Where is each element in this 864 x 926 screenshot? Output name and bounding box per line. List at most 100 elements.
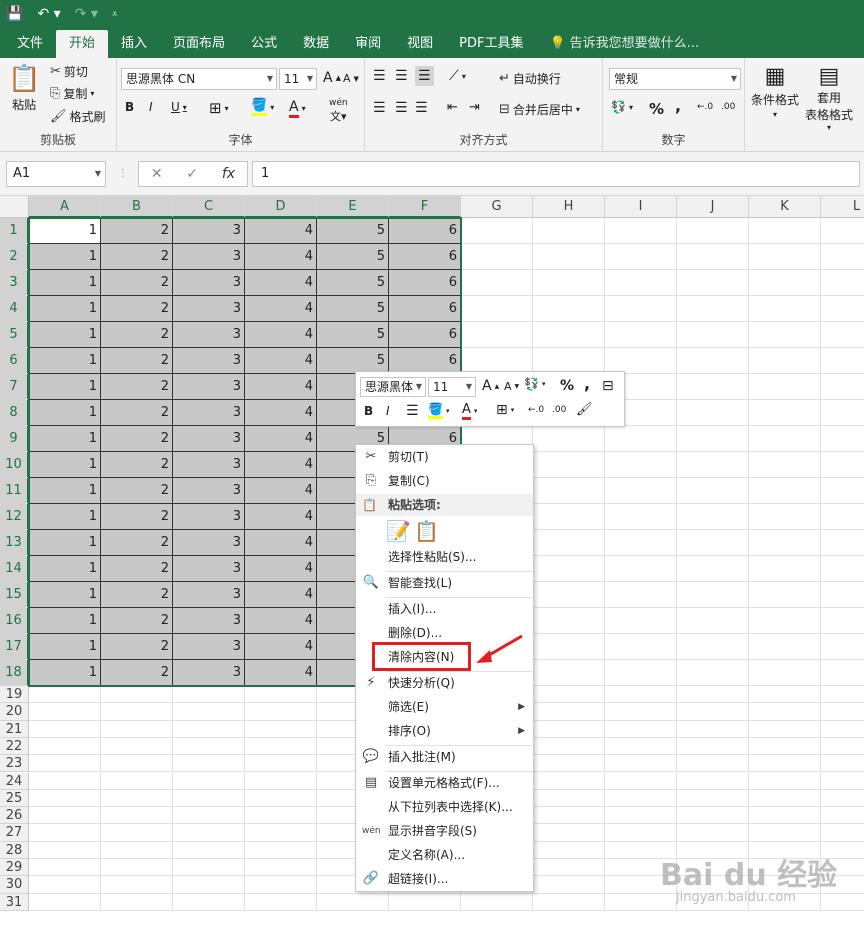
empty-cell[interactable] xyxy=(749,426,821,452)
empty-cell[interactable] xyxy=(821,374,864,400)
empty-cell[interactable] xyxy=(677,582,749,608)
empty-cell[interactable] xyxy=(29,755,101,773)
empty-cell[interactable] xyxy=(533,426,605,452)
table-cell[interactable]: 2 xyxy=(101,218,173,244)
table-cell[interactable]: 2 xyxy=(101,504,173,530)
tell-me-box[interactable]: 💡 告诉我您想要做什么... xyxy=(536,30,712,58)
table-cell[interactable]: 2 xyxy=(101,348,173,374)
grow-font-button[interactable]: A ▲ xyxy=(323,70,341,86)
empty-cell[interactable] xyxy=(533,634,605,660)
tab-home[interactable]: 开始 xyxy=(56,30,109,58)
empty-cell[interactable] xyxy=(533,841,605,859)
table-cell[interactable]: 4 xyxy=(245,504,317,530)
empty-cell[interactable] xyxy=(173,789,245,808)
cancel-icon[interactable]: ✕ xyxy=(151,166,163,182)
empty-cell[interactable] xyxy=(605,789,677,808)
empty-cell[interactable] xyxy=(749,634,821,660)
phonetic-button[interactable]: wén 文▾ xyxy=(329,98,348,124)
empty-cell[interactable] xyxy=(821,218,864,244)
empty-cell[interactable] xyxy=(245,686,317,704)
empty-cell[interactable] xyxy=(677,322,749,348)
table-cell[interactable]: 3 xyxy=(173,270,245,296)
row-header-7[interactable]: 7 xyxy=(0,374,29,400)
table-cell[interactable]: 1 xyxy=(29,504,101,530)
align-bottom-button[interactable]: ☰ xyxy=(415,66,434,86)
empty-cell[interactable] xyxy=(749,737,821,756)
customize-icon[interactable]: ⩡ xyxy=(112,9,118,20)
empty-cell[interactable] xyxy=(533,660,605,686)
font-size-select[interactable]: 11 ▼ xyxy=(279,68,317,90)
empty-cell[interactable] xyxy=(29,841,101,859)
column-header-f[interactable]: F xyxy=(389,196,461,218)
empty-cell[interactable] xyxy=(749,478,821,504)
row-header-3[interactable]: 3 xyxy=(0,270,29,296)
empty-cell[interactable] xyxy=(533,322,605,348)
table-cell[interactable]: 4 xyxy=(245,400,317,426)
empty-cell[interactable] xyxy=(821,452,864,478)
empty-cell[interactable] xyxy=(677,772,749,790)
empty-cell[interactable] xyxy=(605,426,677,452)
row-header-18[interactable]: 18 xyxy=(0,660,29,686)
empty-cell[interactable] xyxy=(677,218,749,244)
empty-cell[interactable] xyxy=(173,720,245,738)
empty-cell[interactable] xyxy=(677,807,749,825)
mini-center-button[interactable]: ☰ xyxy=(406,403,419,419)
menu-sort[interactable]: 排序(O) ▶ xyxy=(356,719,533,743)
table-cell[interactable]: 4 xyxy=(245,270,317,296)
empty-cell[interactable] xyxy=(749,270,821,296)
empty-cell[interactable] xyxy=(533,772,605,790)
mini-decrease-decimal-button[interactable]: .00 xyxy=(552,405,566,415)
empty-cell[interactable] xyxy=(101,859,173,877)
table-cell[interactable]: 3 xyxy=(173,452,245,478)
column-header-k[interactable]: K xyxy=(749,196,821,218)
empty-cell[interactable] xyxy=(461,244,533,270)
empty-cell[interactable] xyxy=(677,296,749,322)
empty-cell[interactable] xyxy=(677,530,749,556)
tab-formulas[interactable]: 公式 xyxy=(238,30,290,58)
increase-decimal-button[interactable]: ←.0 xyxy=(697,102,713,112)
tab-page-layout[interactable]: 页面布局 xyxy=(160,30,238,58)
table-cell[interactable]: 1 xyxy=(29,608,101,634)
table-cell[interactable]: 2 xyxy=(101,374,173,400)
table-cell[interactable]: 2 xyxy=(101,608,173,634)
empty-cell[interactable] xyxy=(173,807,245,825)
tab-review[interactable]: 审阅 xyxy=(342,30,394,58)
empty-cell[interactable] xyxy=(821,478,864,504)
row-header-19[interactable]: 19 xyxy=(0,686,29,704)
conditional-format-button[interactable]: ▦ 条件格式 ▾ xyxy=(751,64,799,119)
empty-cell[interactable] xyxy=(677,270,749,296)
empty-cell[interactable] xyxy=(533,478,605,504)
empty-cell[interactable] xyxy=(605,218,677,244)
empty-cell[interactable] xyxy=(821,530,864,556)
table-cell[interactable]: 4 xyxy=(245,374,317,400)
empty-cell[interactable] xyxy=(677,556,749,582)
empty-cell[interactable] xyxy=(605,504,677,530)
table-cell[interactable]: 1 xyxy=(29,400,101,426)
table-cell[interactable]: 4 xyxy=(245,296,317,322)
row-header-30[interactable]: 30 xyxy=(0,876,29,894)
empty-cell[interactable] xyxy=(821,400,864,426)
row-header-13[interactable]: 13 xyxy=(0,530,29,556)
empty-cell[interactable] xyxy=(821,504,864,530)
table-cell[interactable]: 3 xyxy=(173,634,245,660)
row-header-26[interactable]: 26 xyxy=(0,807,29,825)
column-header-l[interactable]: L xyxy=(821,196,864,218)
empty-cell[interactable] xyxy=(821,773,864,790)
select-all-corner[interactable] xyxy=(0,196,29,218)
empty-cell[interactable] xyxy=(677,348,749,374)
empty-cell[interactable] xyxy=(29,876,101,894)
empty-cell[interactable] xyxy=(533,504,605,530)
empty-cell[interactable] xyxy=(29,703,101,721)
row-header-21[interactable]: 21 xyxy=(0,720,29,738)
merge-center-button[interactable]: ⊟ 合并后居中 ▾ xyxy=(499,101,580,118)
table-cell[interactable]: 4 xyxy=(245,530,317,556)
table-cell[interactable]: 2 xyxy=(101,582,173,608)
table-cell[interactable]: 1 xyxy=(29,322,101,348)
enter-icon[interactable]: ✓ xyxy=(186,166,198,182)
row-header-9[interactable]: 9 xyxy=(0,426,29,452)
empty-cell[interactable] xyxy=(749,244,821,270)
resize-handle-icon[interactable]: ⋮ xyxy=(118,168,128,179)
table-cell[interactable]: 1 xyxy=(29,296,101,322)
empty-cell[interactable] xyxy=(29,772,101,790)
empty-cell[interactable] xyxy=(533,893,605,911)
